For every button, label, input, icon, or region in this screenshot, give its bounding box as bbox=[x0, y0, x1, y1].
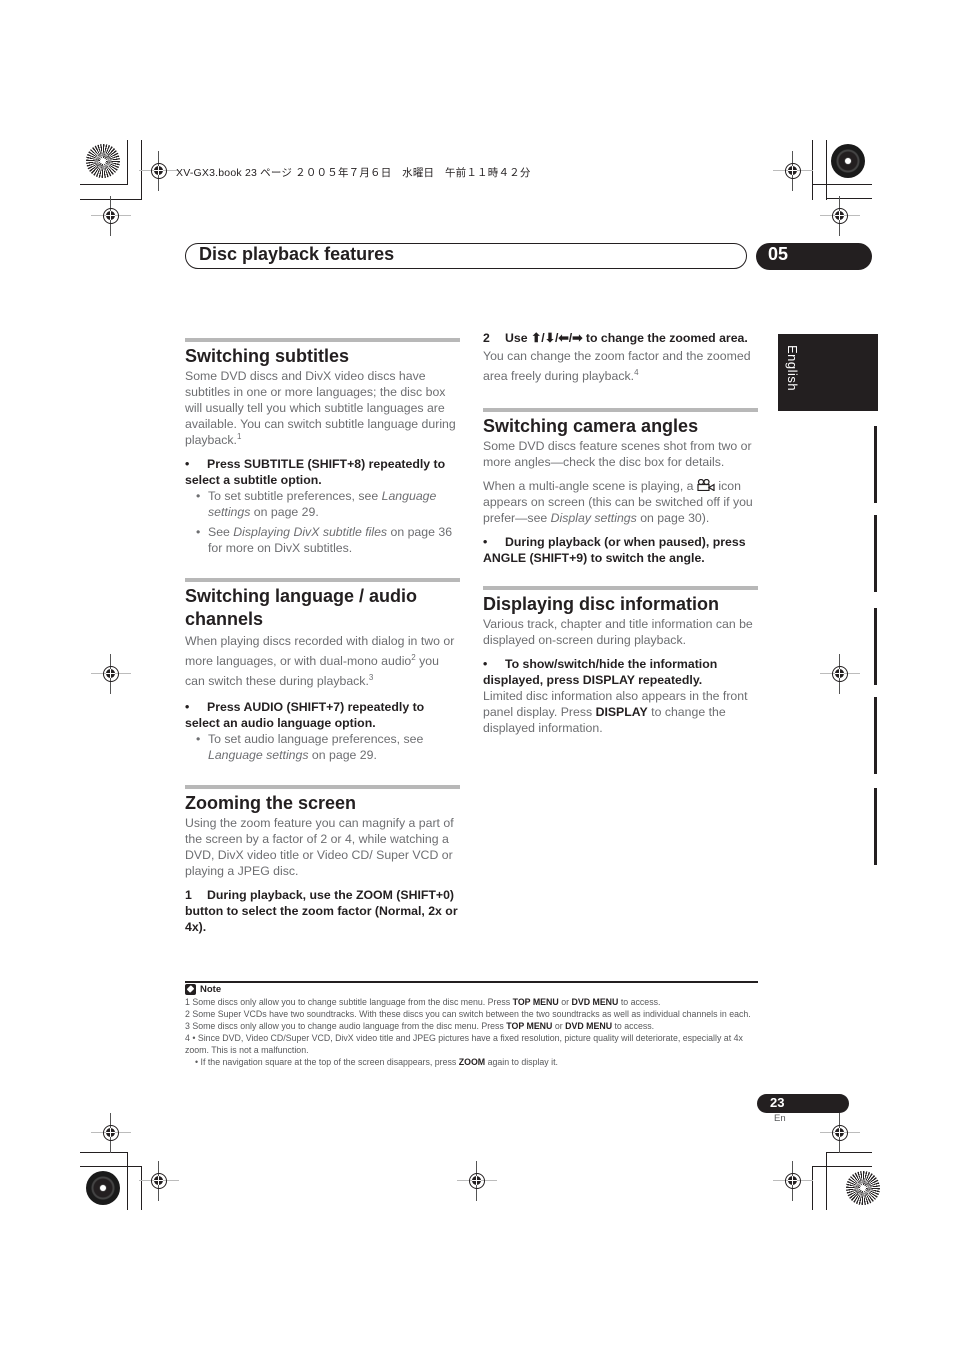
registration-mark-icon bbox=[91, 196, 131, 236]
registration-star-icon bbox=[831, 144, 865, 178]
cross-reference: Displaying DivX subtitle files bbox=[233, 525, 388, 539]
notes-rule bbox=[185, 981, 758, 983]
page-number: 23 bbox=[770, 1095, 785, 1110]
registration-mark-icon bbox=[139, 151, 179, 191]
instruction-step: 1 During playback, use the ZOOM (SHIFT+0)… bbox=[185, 888, 458, 934]
left-column: Switching subtitles Some DVD discs and D… bbox=[185, 338, 460, 935]
section-rule bbox=[483, 586, 758, 590]
registration-star-icon bbox=[846, 1171, 880, 1205]
print-info-line: XV-GX3.book 23 ページ ２００５年７月６日 水曜日 午前１１時４２… bbox=[176, 167, 531, 179]
section-body: Some DVD discs and DivX video discs have… bbox=[185, 369, 456, 447]
registration-mark-icon bbox=[773, 1161, 813, 1201]
sub-bullet: To set subtitle preferences, see Languag… bbox=[185, 488, 460, 520]
instruction-step: • During playback (or when paused), press… bbox=[483, 535, 746, 565]
step-body: You can change the zoom factor and the z… bbox=[483, 349, 751, 383]
footnote-ref: 3 bbox=[368, 672, 374, 682]
registration-mark-icon bbox=[139, 1161, 179, 1201]
registration-mark-icon bbox=[820, 1113, 860, 1153]
section-title: Switching language / audio channels bbox=[185, 586, 418, 629]
section-title: Switching camera angles bbox=[483, 416, 699, 436]
section-rule bbox=[185, 785, 460, 789]
angle-camera-icon bbox=[697, 479, 715, 491]
registration-mark-icon bbox=[820, 196, 860, 236]
footnote: • If the navigation square at the top of… bbox=[195, 1057, 558, 1067]
thumb-index-bar bbox=[874, 788, 877, 865]
registration-mark-icon bbox=[457, 1161, 497, 1201]
thumb-index-bar bbox=[874, 515, 877, 592]
page-language: En bbox=[774, 1113, 786, 1124]
instruction-step: • To show/switch/hide the information dis… bbox=[483, 657, 718, 687]
sub-bullet: See Displaying DivX subtitle files on pa… bbox=[185, 524, 460, 556]
instruction-step: 2 Use ⬆/⬇/⬅/➡ to change the zoomed area. bbox=[483, 331, 748, 345]
registration-star-icon bbox=[86, 1171, 120, 1205]
section-body: Using the zoom feature you can magnify a… bbox=[185, 816, 454, 878]
footnote: 3 Some discs only allow you to change au… bbox=[185, 1021, 655, 1031]
footnote-ref: 4 bbox=[634, 367, 639, 377]
section-camera-angles: Switching camera angles Some DVD discs f… bbox=[483, 408, 758, 566]
key-name: DISPLAY bbox=[595, 705, 648, 719]
registration-mark-icon bbox=[820, 654, 860, 694]
footnote-ref: 1 bbox=[236, 431, 242, 441]
registration-mark-icon bbox=[91, 654, 131, 694]
section-title: Zooming the screen bbox=[185, 793, 357, 813]
section-title: Switching subtitles bbox=[185, 346, 350, 366]
footnote: 4 • Since DVD, Video CD/Super VCD, DivX … bbox=[185, 1033, 743, 1055]
section-body: Various track, chapter and title informa… bbox=[483, 617, 753, 647]
arrow-keys-icon: ⬆/⬇/⬅/➡ bbox=[530, 331, 583, 345]
section-rule bbox=[185, 578, 460, 582]
section-rule bbox=[483, 408, 758, 412]
sub-bullet: To set audio language preferences, see L… bbox=[185, 731, 460, 763]
footnote: 2 Some Super VCDs have two soundtracks. … bbox=[185, 1009, 751, 1019]
thumb-index-bar bbox=[874, 697, 877, 774]
cross-reference: Display settings bbox=[550, 511, 637, 525]
section-body: Some DVD discs feature scenes shot from … bbox=[483, 439, 752, 469]
section-switching-subtitles: Switching subtitles Some DVD discs and D… bbox=[185, 338, 460, 556]
thumb-index-bar bbox=[874, 608, 877, 685]
chapter-title: Disc playback features bbox=[199, 244, 395, 264]
section-disc-information: Displaying disc information Various trac… bbox=[483, 586, 758, 736]
note-pencil-icon bbox=[185, 984, 196, 995]
section-body: Limited disc information also appears in… bbox=[483, 689, 748, 735]
section-rule bbox=[185, 338, 460, 342]
footnotes: 1 Some discs only allow you to change su… bbox=[185, 996, 760, 1068]
cross-reference: Language settings bbox=[208, 748, 309, 762]
section-switching-audio: Switching language / audio channels When… bbox=[185, 578, 460, 763]
registration-mark-icon bbox=[91, 1113, 131, 1153]
chapter-number: 05 bbox=[768, 244, 789, 264]
language-tab-label: English bbox=[785, 345, 800, 392]
thumb-index-bar bbox=[874, 426, 877, 503]
instruction-step: • Press SUBTITLE (SHIFT+8) repeatedly to … bbox=[185, 457, 446, 487]
notes-heading: Note bbox=[185, 984, 221, 995]
footnote: 1 Some discs only allow you to change su… bbox=[185, 997, 661, 1007]
registration-mark-icon bbox=[773, 151, 813, 191]
section-zooming-screen: Zooming the screen Using the zoom featur… bbox=[185, 785, 460, 935]
instruction-step: • Press AUDIO (SHIFT+7) repeatedly to sel… bbox=[185, 700, 425, 730]
section-title: Displaying disc information bbox=[483, 594, 720, 614]
registration-star-icon bbox=[86, 144, 120, 178]
right-column: 2 Use ⬆/⬇/⬅/➡ to change the zoomed area. … bbox=[483, 330, 758, 736]
section-body: When playing discs recorded with dialog … bbox=[185, 634, 455, 688]
section-body: When a multi-angle scene is playing, a i… bbox=[483, 479, 753, 525]
